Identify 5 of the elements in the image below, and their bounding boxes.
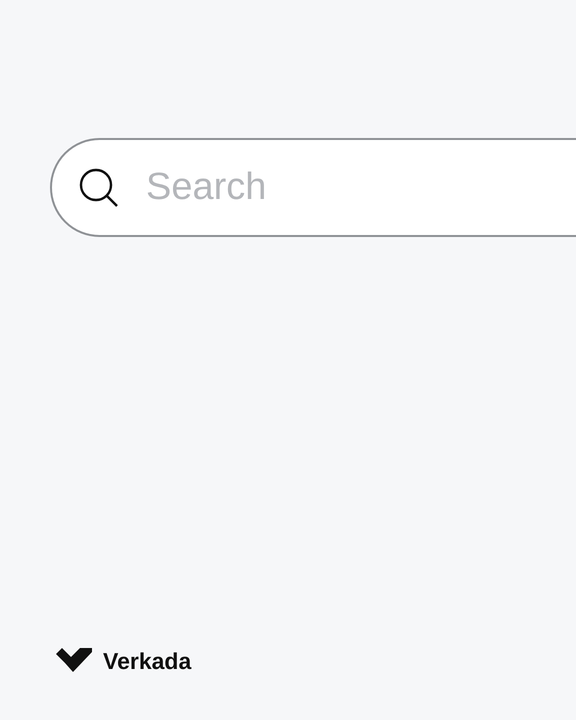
- search-field[interactable]: Search: [146, 159, 546, 216]
- logo-icon: [56, 648, 92, 674]
- brand-name: Verkada: [103, 646, 192, 676]
- search-icon: [78, 166, 120, 208]
- search-bar[interactable]: Search: [50, 138, 576, 237]
